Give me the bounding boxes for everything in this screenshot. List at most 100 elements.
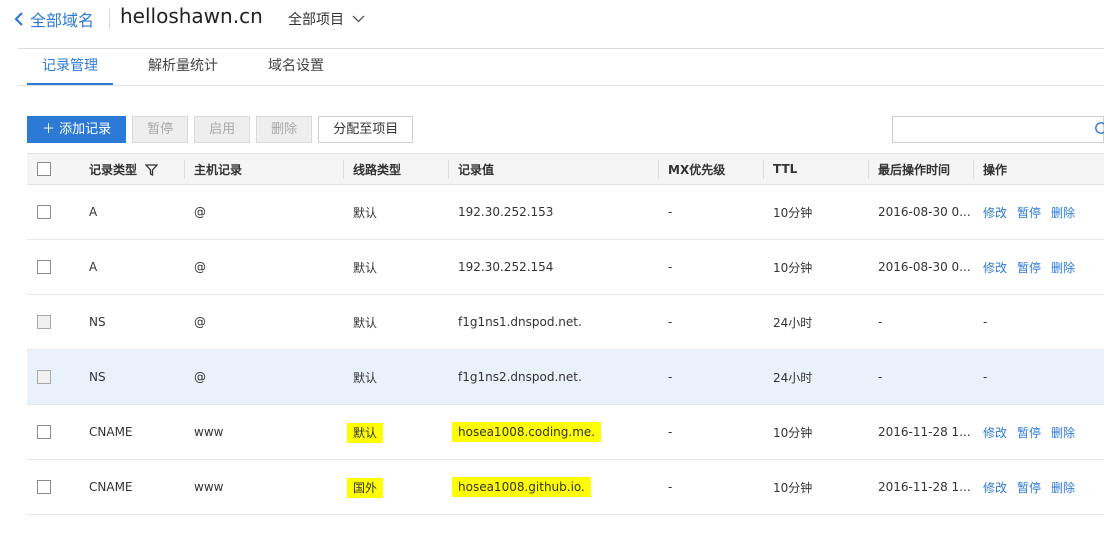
edit-link[interactable]: 修改 — [983, 206, 1007, 220]
search-input[interactable] — [892, 116, 1104, 143]
table-header: 记录类型 主机记录 线路类型 记录值 MX优先级 TTL 最后操作时间 操作 — [27, 153, 1104, 185]
tab-domain-settings[interactable]: 域名设置 — [253, 49, 339, 85]
line-type: 默认 — [353, 370, 378, 385]
row-checkbox — [37, 370, 51, 385]
record-value: hosea1008.github.io. — [448, 460, 658, 515]
row-checkbox[interactable] — [37, 425, 51, 440]
chevron-down-icon — [352, 15, 365, 23]
mx-priority: - — [668, 205, 673, 219]
last-modified: 2016-11-28 1... — [878, 425, 971, 439]
highlighted-line-type: 默认 — [347, 422, 384, 443]
pause-link[interactable]: 暂停 — [1017, 481, 1041, 495]
host-record: www — [194, 480, 224, 494]
records-table: 记录类型 主机记录 线路类型 记录值 MX优先级 TTL 最后操作时间 操作 A… — [27, 153, 1104, 515]
mx-priority: - — [668, 480, 673, 494]
assign-to-project-button[interactable]: 分配至项目 — [318, 116, 414, 143]
domain-title: helloshawn.cn — [120, 4, 263, 28]
record-type: CNAME — [89, 480, 133, 494]
column-header-line: 线路类型 — [343, 153, 448, 185]
search-icon[interactable] — [1094, 121, 1104, 137]
delete-link[interactable]: 删除 — [1051, 426, 1075, 440]
record-value: 192.30.252.154 — [458, 260, 554, 274]
table-row[interactable]: A @ 默认 192.30.252.154 - 10分钟 2016-08-30 … — [27, 240, 1104, 295]
record-type: CNAME — [89, 425, 133, 439]
column-header-ttl: TTL — [763, 153, 868, 185]
mx-priority: - — [668, 260, 673, 274]
last-modified: - — [878, 315, 883, 329]
column-header-mx: MX优先级 — [658, 153, 763, 185]
column-header-type[interactable]: 记录类型 — [79, 153, 184, 185]
delete-link[interactable]: 删除 — [1051, 206, 1075, 220]
edit-link[interactable]: 修改 — [983, 426, 1007, 440]
row-actions: - — [983, 315, 988, 329]
record-value: f1g1ns2.dnspod.net. — [458, 370, 582, 384]
pause-button[interactable]: 暂停 — [132, 116, 189, 143]
tab-bar: 记录管理 解析量统计 域名设置 — [27, 49, 359, 85]
host-record: @ — [194, 205, 206, 219]
column-header-last-modified: 最后操作时间 — [868, 153, 973, 185]
table-row[interactable]: NS @ 默认 f1g1ns1.dnspod.net. - 24小时 - - — [27, 295, 1104, 350]
record-value: hosea1008.coding.me. — [448, 405, 658, 460]
back-to-all-domains[interactable]: 全部域名 — [14, 6, 94, 32]
project-selector-label: 全部项目 — [288, 12, 344, 28]
header-divider — [109, 9, 110, 29]
project-selector[interactable]: 全部项目 — [288, 9, 365, 29]
delete-link[interactable]: 删除 — [1051, 261, 1075, 275]
row-actions: 修改 暂停 删除 — [973, 185, 1104, 240]
line-type: 默认 — [343, 405, 448, 460]
row-actions: - — [983, 370, 988, 384]
row-checkbox[interactable] — [37, 480, 51, 495]
line-type: 国外 — [343, 460, 448, 515]
ttl: 10分钟 — [773, 425, 813, 440]
filter-icon[interactable] — [144, 163, 159, 176]
tab-record-management[interactable]: 记录管理 — [27, 49, 113, 85]
row-actions: 修改 暂停 删除 — [973, 405, 1104, 460]
add-record-button[interactable]: ＋ 添加记录 — [27, 116, 127, 143]
select-all-checkbox[interactable] — [37, 162, 51, 177]
record-type: A — [89, 260, 98, 274]
toolbar: ＋ 添加记录 暂停 启用 删除 分配至项目 — [27, 116, 419, 143]
row-actions: 修改 暂停 删除 — [973, 240, 1104, 295]
host-record: @ — [194, 260, 206, 274]
last-modified: 2016-11-28 1... — [878, 480, 971, 494]
host-record: www — [194, 425, 224, 439]
tab-divider-line — [18, 85, 1104, 86]
record-value: f1g1ns1.dnspod.net. — [458, 315, 582, 329]
last-modified: 2016-08-30 0... — [878, 260, 971, 274]
edit-link[interactable]: 修改 — [983, 481, 1007, 495]
record-type: NS — [89, 315, 106, 329]
chevron-left-icon — [14, 12, 23, 26]
table-row[interactable]: CNAME www 国外 hosea1008.github.io. - 10分钟… — [27, 460, 1104, 515]
highlighted-line-type: 国外 — [347, 477, 384, 498]
pause-link[interactable]: 暂停 — [1017, 206, 1041, 220]
record-type: A — [89, 205, 98, 219]
delete-button[interactable]: 删除 — [256, 116, 313, 143]
mx-priority: - — [668, 315, 673, 329]
host-record: @ — [194, 315, 206, 329]
delete-link[interactable]: 删除 — [1051, 481, 1075, 495]
mx-priority: - — [668, 370, 673, 384]
edit-link[interactable]: 修改 — [983, 261, 1007, 275]
highlighted-record-value: hosea1008.coding.me. — [452, 422, 602, 442]
row-checkbox[interactable] — [37, 205, 51, 220]
ttl: 24小时 — [773, 370, 813, 385]
select-all-cell — [27, 153, 79, 185]
column-header-value: 记录值 — [448, 153, 658, 185]
table-row[interactable]: NS @ 默认 f1g1ns2.dnspod.net. - 24小时 - - — [27, 349, 1104, 405]
line-type: 默认 — [353, 260, 378, 275]
row-actions: 修改 暂停 删除 — [973, 460, 1104, 515]
line-type: 默认 — [353, 315, 378, 330]
table-row[interactable]: CNAME www 默认 hosea1008.coding.me. - 10分钟… — [27, 405, 1104, 460]
pause-link[interactable]: 暂停 — [1017, 261, 1041, 275]
back-label: 全部域名 — [30, 11, 95, 30]
table-row[interactable]: A @ 默认 192.30.252.153 - 10分钟 2016-08-30 … — [27, 185, 1104, 240]
ttl: 24小时 — [773, 315, 813, 330]
ttl: 10分钟 — [773, 260, 813, 275]
tab-query-statistics[interactable]: 解析量统计 — [133, 49, 233, 85]
highlighted-record-value: hosea1008.github.io. — [452, 477, 591, 497]
pause-link[interactable]: 暂停 — [1017, 426, 1041, 440]
page-header: 全部域名 helloshawn.cn 全部项目 — [0, 0, 1104, 48]
enable-button[interactable]: 启用 — [194, 116, 251, 143]
row-checkbox — [37, 315, 51, 330]
row-checkbox[interactable] — [37, 260, 51, 275]
